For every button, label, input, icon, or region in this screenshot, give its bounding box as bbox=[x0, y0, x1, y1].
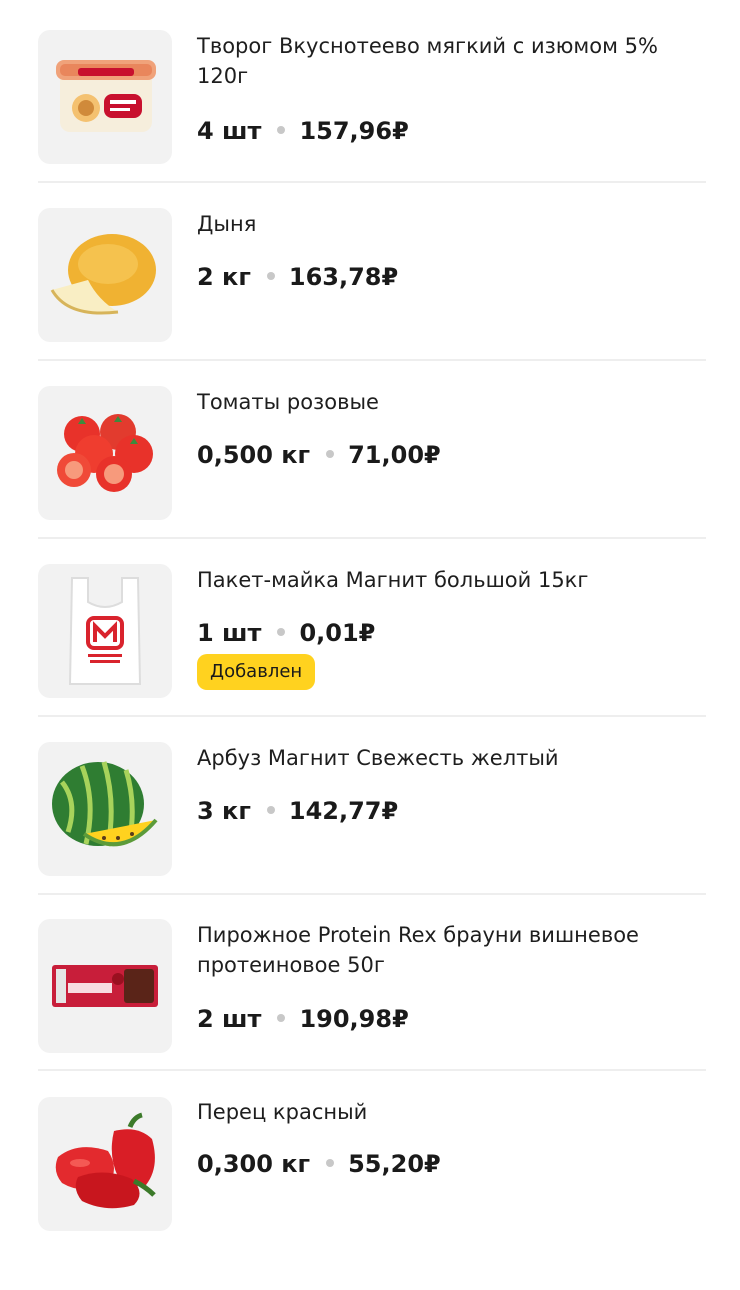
product-quantity: 1 шт bbox=[197, 619, 262, 647]
separator-dot-icon bbox=[326, 450, 335, 458]
list-item[interactable]: Дыня 2 кг 163,78₽ bbox=[38, 208, 706, 386]
list-item[interactable]: Пакет-майка Магнит большой 15кг 1 шт 0,01… bbox=[38, 564, 706, 742]
product-quantity: 4 шт bbox=[197, 117, 262, 145]
product-image bbox=[38, 742, 172, 876]
list-item[interactable]: Арбуз Магнит Свежесть желтый 3 кг 142,77₽ bbox=[38, 742, 706, 920]
brownie-bar-icon bbox=[52, 965, 158, 1007]
product-quantity: 0,500 кг bbox=[197, 441, 311, 469]
product-quantity: 3 кг bbox=[197, 797, 251, 825]
product-quantity-price: 2 шт 190,98₽ bbox=[197, 1004, 409, 1034]
product-price: 0,01₽ bbox=[299, 619, 376, 647]
list-item[interactable]: Перец красный 0,300 кг 55,20₽ bbox=[38, 1097, 706, 1275]
product-quantity-price: 3 кг 142,77₽ bbox=[197, 796, 398, 826]
separator-dot-icon bbox=[326, 1159, 335, 1167]
separator-dot-icon bbox=[277, 126, 286, 134]
product-image bbox=[38, 208, 172, 342]
product-quantity: 0,300 кг bbox=[197, 1150, 311, 1178]
separator-dot-icon bbox=[266, 806, 275, 814]
divider bbox=[38, 537, 706, 539]
product-image bbox=[38, 1097, 172, 1231]
product-title: Творог Вкуснотеево мягкий с изюмом 5% 12… bbox=[197, 34, 658, 88]
product-title: Томаты розовые bbox=[197, 390, 379, 414]
product-price: 71,00₽ bbox=[348, 441, 441, 469]
red-pepper-icon bbox=[55, 1112, 156, 1209]
shopping-bag-icon bbox=[68, 577, 142, 685]
product-image bbox=[38, 386, 172, 520]
divider bbox=[38, 1069, 706, 1071]
watermelon-icon bbox=[52, 761, 158, 847]
product-image bbox=[38, 30, 172, 164]
separator-dot-icon bbox=[277, 628, 286, 636]
separator-dot-icon bbox=[266, 272, 275, 280]
product-price: 190,98₽ bbox=[299, 1005, 409, 1033]
product-quantity-price: 2 кг 163,78₽ bbox=[197, 262, 398, 292]
status-badge: Добавлен bbox=[197, 654, 316, 690]
product-price: 157,96₽ bbox=[299, 117, 409, 145]
product-image bbox=[38, 919, 172, 1053]
product-title: Перец красный bbox=[197, 1100, 368, 1124]
product-title: Пакет-майка Магнит большой 15кг bbox=[197, 568, 589, 592]
product-title: Арбуз Магнит Свежесть желтый bbox=[197, 746, 559, 770]
product-title: Пирожное Protein Rex брауни вишневое про… bbox=[197, 923, 639, 977]
product-quantity: 2 шт bbox=[197, 1005, 262, 1033]
order-items-list: Творог Вкуснотеево мягкий с изюмом 5% 12… bbox=[0, 0, 740, 1290]
list-item[interactable]: Творог Вкуснотеево мягкий с изюмом 5% 12… bbox=[38, 30, 706, 208]
divider bbox=[38, 181, 706, 183]
divider bbox=[38, 359, 706, 361]
product-price: 142,77₽ bbox=[288, 797, 399, 825]
list-item[interactable]: Пирожное Protein Rex брауни вишневое про… bbox=[38, 919, 706, 1097]
product-quantity-price: 0,300 кг 55,20₽ bbox=[197, 1149, 441, 1179]
divider bbox=[38, 893, 706, 895]
tomatoes-icon bbox=[57, 414, 153, 492]
product-image bbox=[38, 564, 172, 698]
product-price: 163,78₽ bbox=[288, 263, 399, 291]
product-quantity-price: 0,500 кг 71,00₽ bbox=[197, 440, 441, 470]
product-price: 55,20₽ bbox=[348, 1150, 441, 1178]
product-title: Дыня bbox=[197, 212, 257, 236]
divider bbox=[38, 715, 706, 717]
cottage-cheese-icon bbox=[56, 60, 156, 132]
list-item[interactable]: Томаты розовые 0,500 кг 71,00₽ bbox=[38, 386, 706, 564]
product-quantity-price: 4 шт 157,96₽ bbox=[197, 116, 409, 146]
melon-icon bbox=[50, 234, 156, 315]
product-quantity: 2 кг bbox=[197, 263, 251, 291]
separator-dot-icon bbox=[277, 1014, 286, 1022]
product-quantity-price: 1 шт 0,01₽ bbox=[197, 618, 375, 648]
